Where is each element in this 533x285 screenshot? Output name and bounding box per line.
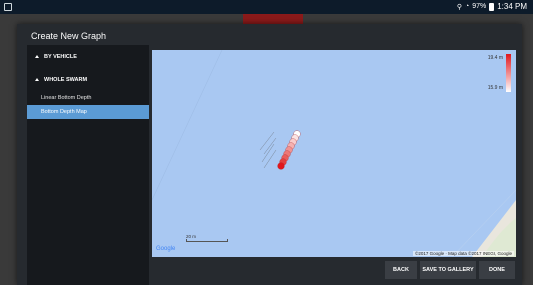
- map-road-line: [152, 50, 223, 201]
- collapse-icon: [35, 78, 39, 81]
- depth-labels: [259, 131, 277, 169]
- legend-min-label: 15.9 m: [487, 85, 503, 91]
- depth-point: [277, 162, 285, 170]
- section-whole-swarm[interactable]: WHOLE SWARM: [27, 68, 149, 91]
- create-graph-dialog: Create New Graph BY VEHICLE WHOLE SWARM …: [17, 24, 522, 285]
- map-credit[interactable]: ©2017 Google · Map data ©2017 INEGI, Goo…: [413, 251, 514, 256]
- status-icons: ⚲ ◔ 97% 1:34 PM: [457, 2, 527, 11]
- collapse-icon: [35, 55, 39, 58]
- depth-legend-bar: [506, 54, 511, 92]
- legend-max-label: 19.4 m: [487, 55, 503, 61]
- battery-percent: 97%: [472, 3, 487, 10]
- section-label: BY VEHICLE: [44, 53, 77, 60]
- status-bar: ⚲ ◔ 97% 1:34 PM: [0, 0, 533, 14]
- done-button[interactable]: DONE: [479, 261, 515, 279]
- section-by-vehicle[interactable]: BY VEHICLE: [27, 45, 149, 68]
- dialog-title: Create New Graph: [31, 31, 107, 41]
- sidebar-item-label: Linear Bottom Depth: [41, 95, 92, 101]
- bottom-depth-map[interactable]: 19.4 m 15.9 m 20 m Google ©2017 Google ·…: [152, 50, 516, 257]
- google-logo: Google: [156, 246, 176, 252]
- save-to-gallery-button[interactable]: SAVE TO GALLERY: [420, 261, 476, 279]
- label-tick: [263, 137, 277, 155]
- sidebar-item-linear-bottom-depth[interactable]: Linear Bottom Depth: [27, 91, 149, 105]
- depth-track: [277, 130, 301, 170]
- clock: 1:34 PM: [497, 2, 527, 11]
- scale-bar: [186, 239, 228, 242]
- sidebar-item-label: Bottom Depth Map: [41, 109, 87, 115]
- back-button[interactable]: BACK: [385, 261, 417, 279]
- label-tick: [261, 143, 275, 163]
- gallery-icon: [4, 3, 12, 11]
- dialog-footer: BACK SAVE TO GALLERY DONE: [149, 257, 522, 285]
- battery-icon: [489, 2, 495, 11]
- sidebar-item-bottom-depth-map[interactable]: Bottom Depth Map: [27, 105, 149, 119]
- wifi-icon: ◔: [464, 3, 470, 10]
- section-label: WHOLE SWARM: [44, 76, 88, 83]
- label-tick: [263, 149, 277, 169]
- location-icon: ⚲: [456, 3, 462, 11]
- graph-type-sidebar: BY VEHICLE WHOLE SWARM Linear Bottom Dep…: [27, 45, 149, 285]
- map-canvas: [152, 50, 516, 257]
